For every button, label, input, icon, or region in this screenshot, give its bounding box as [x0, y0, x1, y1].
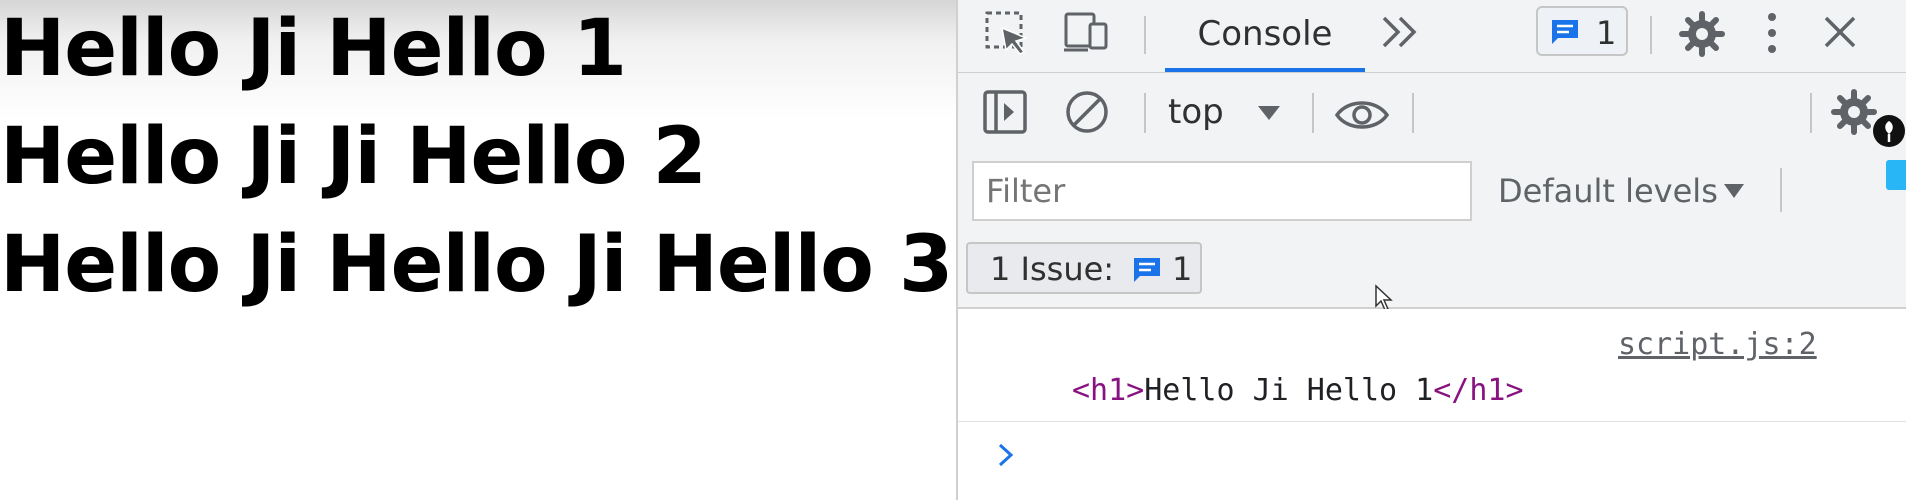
log-levels-dropdown[interactable]: Default levels	[1498, 172, 1758, 216]
divider	[1650, 16, 1652, 54]
dropdown-arrow-icon	[1724, 184, 1744, 198]
message-count-badge[interactable]: 1	[1536, 6, 1628, 56]
pen-badge-icon	[1873, 115, 1905, 147]
dropdown-arrow-icon	[1258, 106, 1280, 120]
divider	[1780, 168, 1782, 212]
message-count: 1	[1596, 14, 1617, 52]
active-tab-indicator	[1165, 68, 1365, 72]
mouse-cursor-icon	[1375, 284, 1393, 311]
html-close-tag: </h1>	[1433, 373, 1524, 408]
issues-label: 1 Issue:	[990, 250, 1115, 288]
extension-badge	[1886, 160, 1906, 190]
divider	[1144, 16, 1146, 54]
issues-count: 1	[1172, 250, 1193, 288]
devtools-tabbar: Console 1	[958, 0, 1906, 73]
console-toolbar	[958, 73, 1906, 151]
devtools-panel: Console 1 top Filter Default levels 1 Is…	[956, 0, 1906, 500]
console-output: script.js:2 <h1>Hello Ji Hello 1</h1>	[958, 309, 1906, 500]
divider	[958, 421, 1906, 422]
divider	[1810, 93, 1812, 133]
tab-console-label: Console	[1197, 14, 1333, 54]
tab-console[interactable]: Console	[1165, 0, 1365, 72]
log-levels-label: Default levels	[1498, 172, 1718, 210]
heading-2: Hello Ji Ji Hello 2	[0, 112, 707, 202]
console-settings-gear-icon[interactable]	[1830, 88, 1878, 136]
message-icon	[1552, 20, 1578, 44]
heading-1: Hello Ji Hello 1	[0, 4, 627, 94]
filter-input[interactable]	[972, 161, 1472, 221]
heading-3: Hello Ji Hello Ji Hello 3	[0, 220, 953, 310]
settings-gear-icon[interactable]	[1678, 10, 1726, 58]
more-tabs-chevron-icon[interactable]	[1380, 14, 1424, 50]
inspect-element-icon[interactable]	[984, 10, 1030, 56]
log-text: Hello Ji Hello 1	[1144, 373, 1434, 408]
more-options-icon[interactable]	[1764, 10, 1780, 56]
context-selector[interactable]: top	[1168, 92, 1288, 136]
divider	[1144, 93, 1146, 133]
close-icon[interactable]	[1822, 14, 1858, 50]
context-label: top	[1168, 92, 1224, 132]
console-log-entry: <h1>Hello Ji Hello 1</h1>	[1072, 373, 1524, 408]
console-prompt-chevron-icon[interactable]	[996, 441, 1016, 469]
html-open-tag: <h1>	[1072, 373, 1145, 408]
sidebar-toggle-icon[interactable]	[982, 89, 1028, 135]
divider	[1412, 93, 1414, 133]
message-icon	[1134, 258, 1160, 282]
source-link[interactable]: script.js:2	[1618, 327, 1817, 362]
device-toolbar-icon[interactable]	[1062, 10, 1112, 56]
live-expression-eye-icon[interactable]	[1334, 96, 1390, 134]
issues-button[interactable]: 1 Issue: 1	[966, 242, 1202, 294]
clear-console-icon[interactable]	[1064, 89, 1110, 135]
web-page: Hello Ji Hello 1 Hello Ji Ji Hello 2 Hel…	[0, 0, 956, 500]
divider	[1312, 93, 1314, 133]
